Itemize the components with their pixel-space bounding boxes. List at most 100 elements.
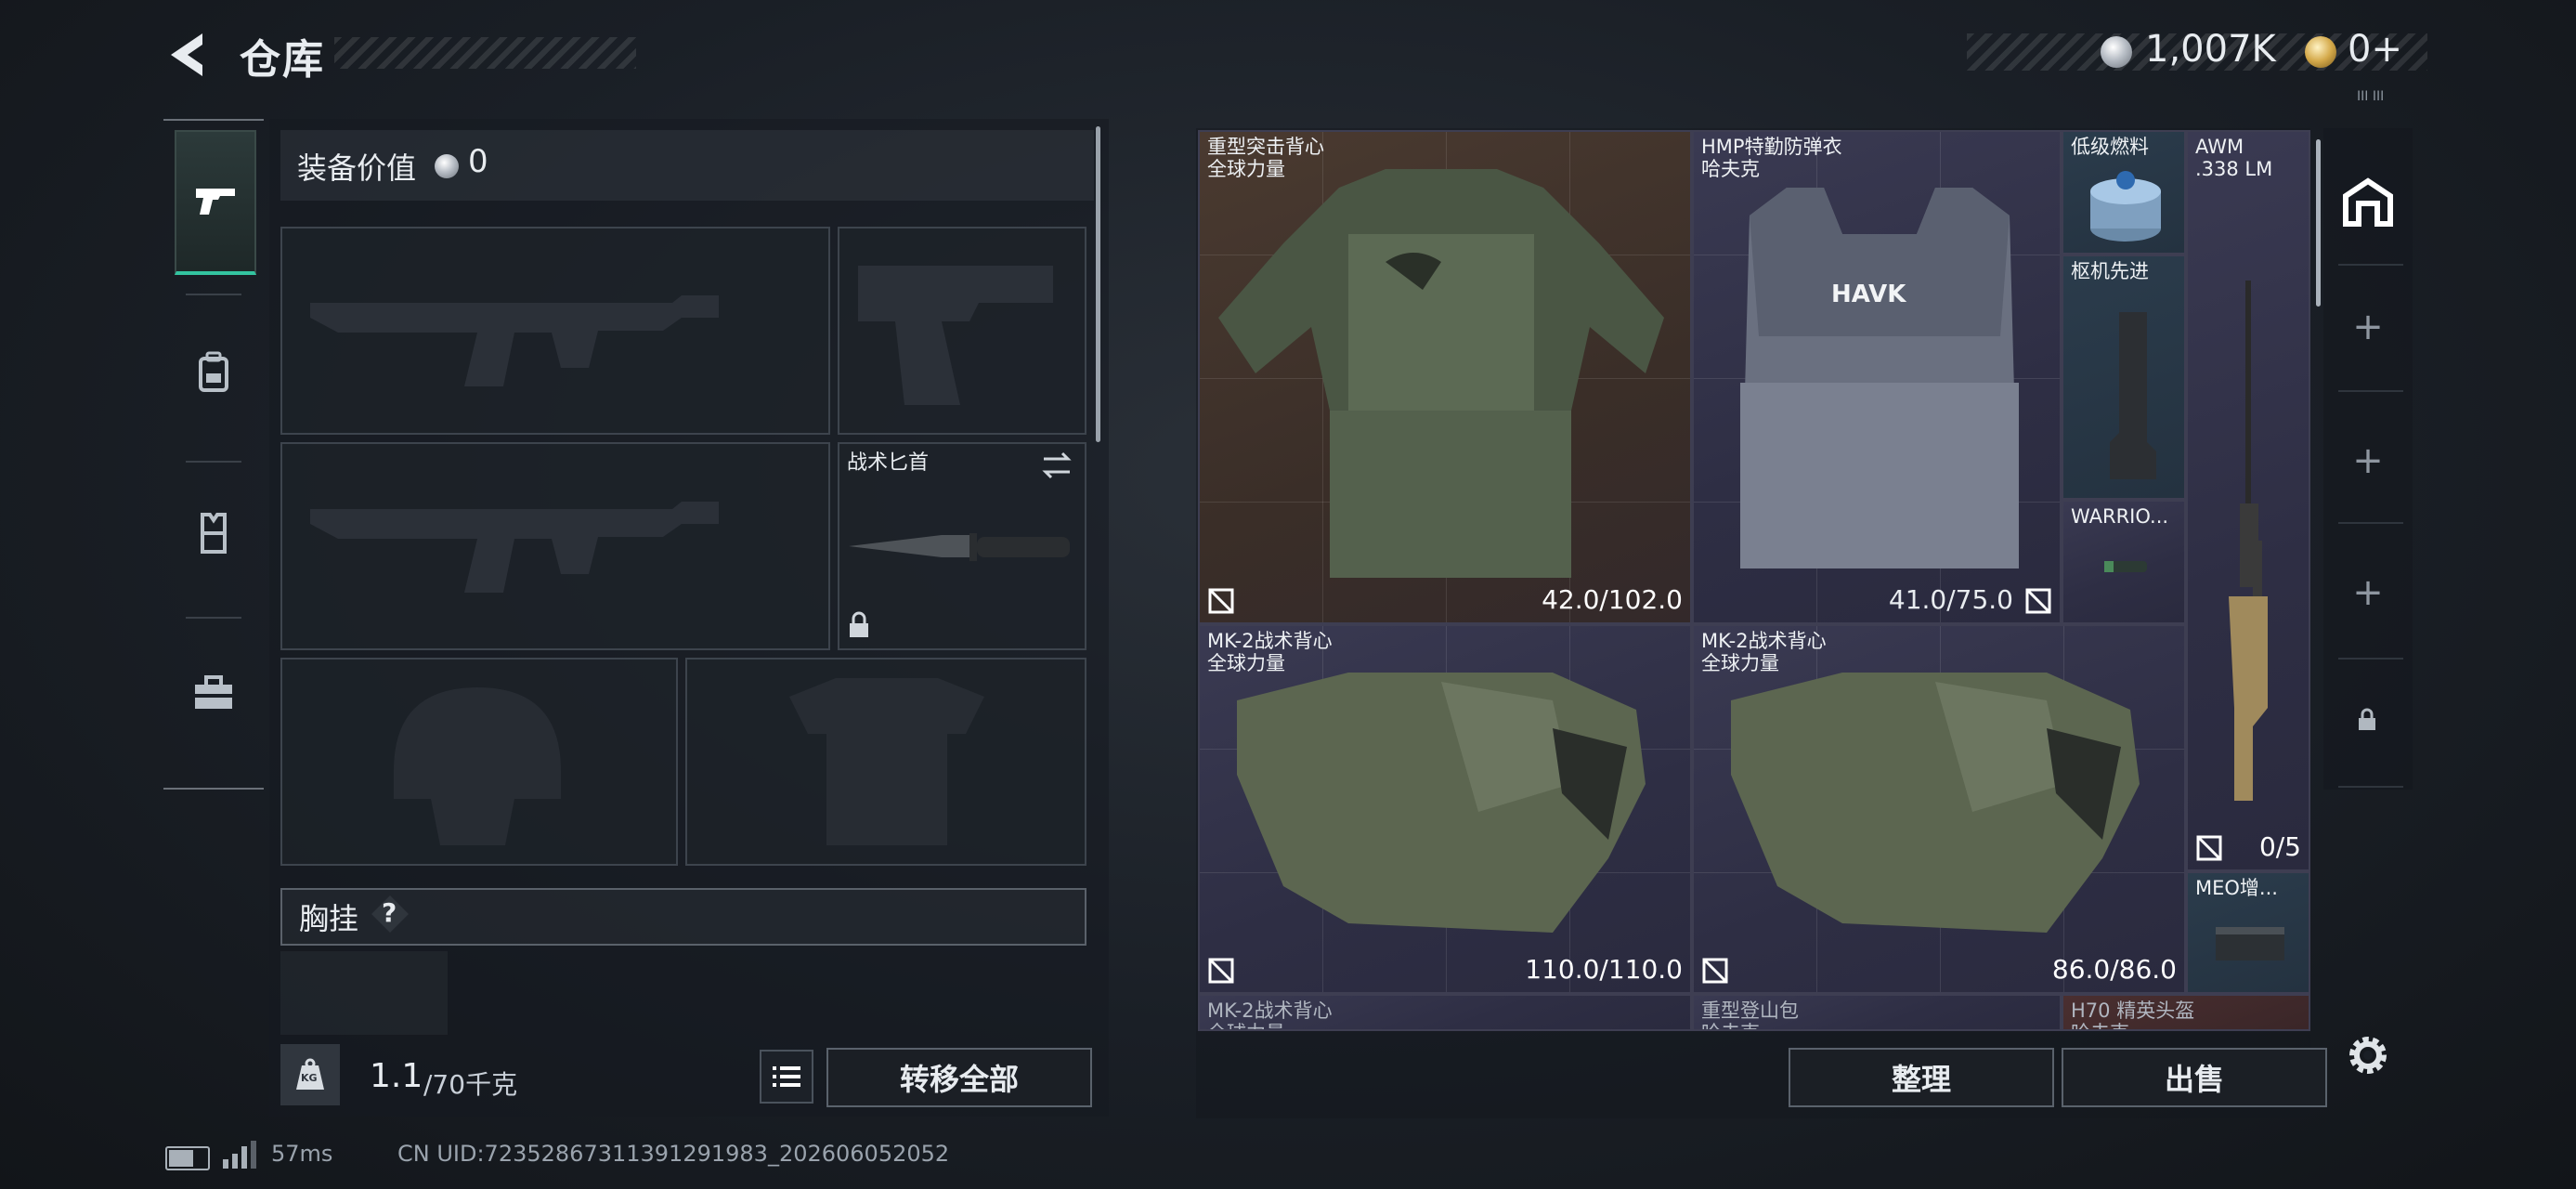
item-name: 枢机先进 [2071,260,2149,282]
primary-weapon-slot-2[interactable] [280,442,830,650]
backpack-icon [199,351,228,392]
swap-icon[interactable] [1040,450,1073,481]
storage-item[interactable]: 重型登山包哈夫克 [1692,994,2062,1031]
storage-item[interactable]: MEO增... [2186,871,2310,994]
storage-item[interactable]: 重型突击背心 全球力量 42.0/102.0 [1198,130,1692,624]
storage-item[interactable]: H70 精英头盔哈夫克 [2062,994,2310,1031]
tab-backpack[interactable] [175,307,253,437]
weight-icon: KG [280,1044,340,1105]
storage-item[interactable]: WARRIO... [2062,500,2186,624]
help-button[interactable]: ? [370,894,410,934]
back-button[interactable] [165,30,210,80]
add-storage-plus-icon[interactable]: + [2349,574,2387,611]
item-name: H70 精英头盔哈夫克 [2071,1000,2195,1029]
silver-coin-icon [435,154,459,178]
item-name: WARRIO... [2071,505,2169,528]
item-name: MK-2战术背心全球力量 [1207,630,1333,674]
item-name: AWM .338 LM [2195,136,2273,180]
vest-logo: HAVK [1831,281,1906,308]
no-insurance-icon [1208,958,1234,984]
item-name: MK-2战术背心全球力量 [1701,630,1827,674]
tab-separator [2338,264,2403,266]
storage-tab-main[interactable] [2323,152,2413,253]
back-arrow-icon [171,33,202,76]
weight-value: 1.1 [370,1057,423,1095]
signal-icon [221,1139,258,1170]
storage-item[interactable]: HAVK HMP特勤防弹衣 哈夫克 41.0/75.0 [1692,130,2062,624]
item-name: 重型突击背心 全球力量 [1207,136,1324,180]
tab-separator [2338,786,2403,788]
storage-item[interactable]: 低级燃料 [2062,130,2186,255]
scrollbar[interactable] [1096,126,1100,442]
tab-weapons[interactable] [175,130,256,275]
item-durability: 42.0/102.0 [1542,584,1683,615]
awm-rifle-image [2229,281,2268,801]
warehouse-icon [2343,177,2393,227]
item-durability: 110.0/110.0 [1525,954,1683,985]
page-title: 仓库 [240,36,325,84]
item-durability: 41.0/75.0 [1888,584,2013,615]
chest-rig-slot[interactable] [280,951,448,1035]
item-name: 重型登山包哈夫克 [1701,1000,1799,1029]
item-durability: 0/5 [2258,831,2301,862]
pistol-placeholder-icon [858,266,1053,405]
transfer-all-button[interactable]: 转移全部 [826,1048,1092,1107]
uid-text: CN UID:72352867311391291983_202606052052 [397,1141,950,1167]
tab-vest[interactable] [175,468,253,598]
add-storage-plus-icon[interactable]: + [2349,442,2387,479]
toolbox-icon [195,675,232,709]
no-insurance-icon [1702,958,1728,984]
weight-capacity: /70千克 [423,1069,518,1100]
storage-item[interactable]: AWM .338 LM 0/5 [2186,130,2310,871]
sort-button[interactable]: 整理 [1789,1048,2054,1107]
item-name: 低级燃料 [2071,136,2149,158]
nav-separator [186,617,241,619]
knife-label: 战术匕首 [847,451,930,475]
help-icon: ? [382,897,397,928]
storage-item[interactable]: MK-2战术背心全球力量 [1198,994,1692,1031]
weight-badge: KG [301,1072,318,1084]
heavy-vest-image [1218,169,1664,578]
nav-separator [186,461,241,463]
ping-text: 57ms [271,1141,333,1167]
settings-gear-icon[interactable] [2342,1029,2394,1081]
scrollbar[interactable] [2316,139,2321,307]
money-amount: 1,007K [2145,28,2276,71]
no-insurance-icon [1208,588,1234,614]
rifle-placeholder-icon [310,502,719,593]
mk2-vest-image [1237,673,1646,933]
add-storage-plus-icon[interactable]: + [2349,308,2387,346]
item-durability: 86.0/86.0 [2051,954,2177,985]
lock-icon [847,611,871,639]
pistol-icon [196,189,235,215]
mk2-vest-image [1731,673,2140,933]
version-text: III III [2357,89,2385,104]
title-decoration [334,37,636,69]
tab-toolbox[interactable] [175,628,253,758]
item-name: HMP特勤防弹衣 哈夫克 [1701,136,1842,180]
equipment-value-label: 装备价值 [297,150,417,186]
gold-coin-icon [2305,36,2336,68]
list-icon [773,1066,800,1087]
storage-item[interactable]: MK-2战术背心 全球力量 86.0/86.0 [1692,624,2186,994]
lock-icon [2357,708,2377,732]
no-insurance-icon [2025,588,2051,614]
hmp-vest-image [1740,188,2019,568]
no-insurance-icon [2196,835,2222,861]
silver-coin-icon [2101,36,2132,68]
helmet-placeholder-icon [394,687,561,845]
primary-weapon-slot-1[interactable] [280,227,830,435]
gold-amount[interactable]: 0+ [2348,28,2402,71]
sell-button[interactable]: 出售 [2062,1048,2327,1107]
item-name: MEO增... [2195,877,2278,899]
battery-level [169,1150,193,1167]
storage-item[interactable]: 枢机先进 [2062,255,2186,500]
list-view-button[interactable] [760,1050,813,1104]
armor-slot[interactable] [685,658,1086,866]
stock-image [2110,312,2156,479]
storage-item[interactable]: MK-2战术背心 全球力量 110.0/110.0 [1198,624,1692,994]
rifle-placeholder-icon [310,295,719,386]
pistol-slot[interactable] [838,227,1086,435]
tab-separator [2338,658,2403,660]
helmet-slot[interactable] [280,658,678,866]
